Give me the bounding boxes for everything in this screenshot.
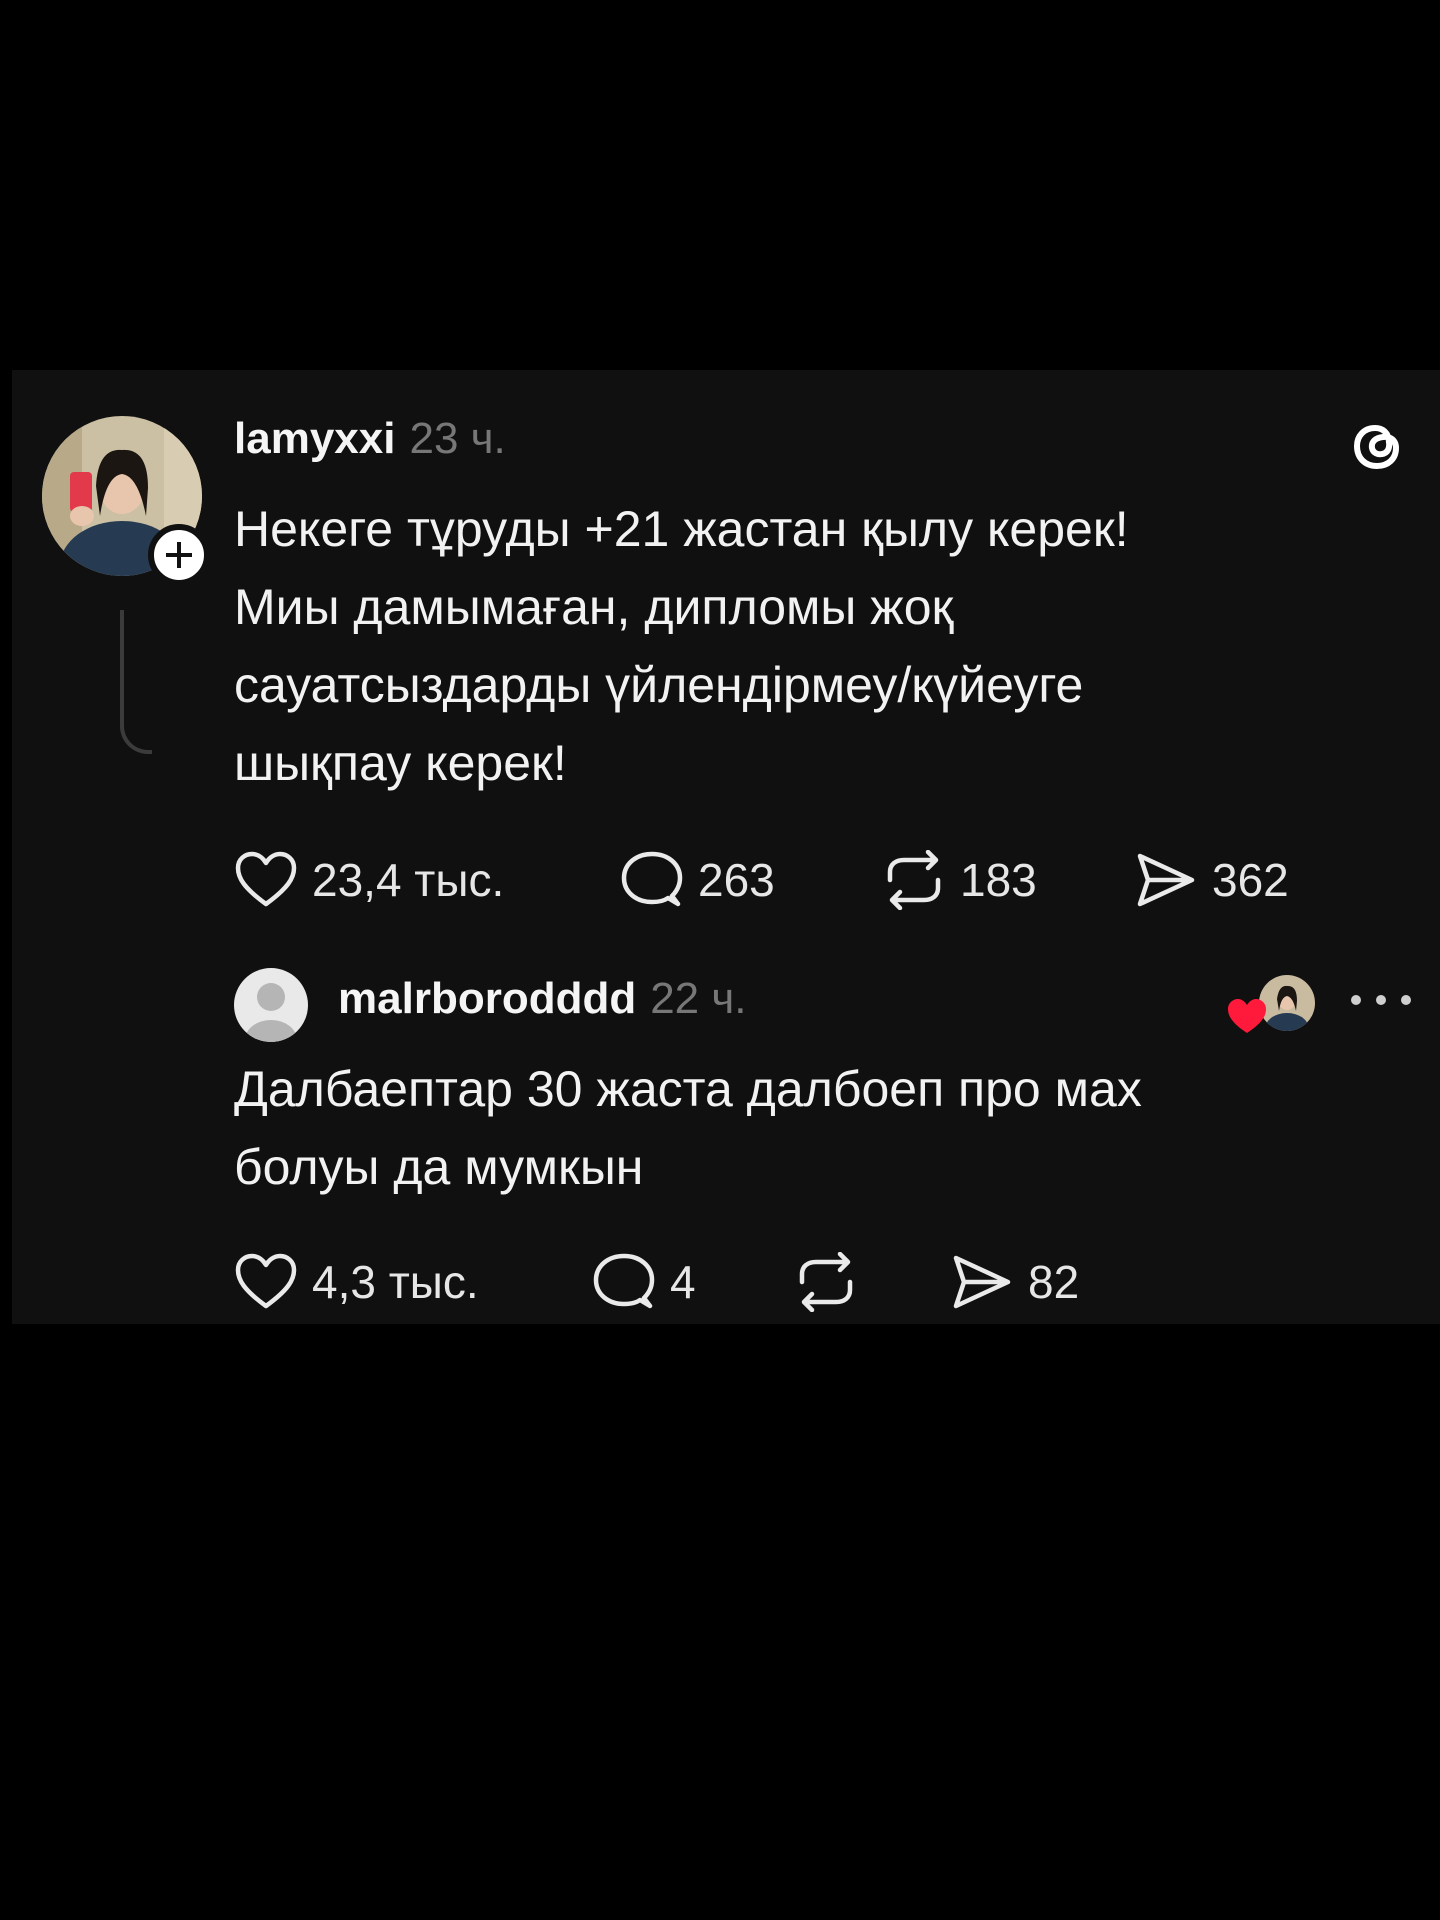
more-icon[interactable]	[1346, 990, 1416, 1010]
reply-like-count: 4,3 тыс.	[312, 1256, 479, 1308]
repost-button[interactable]: 183	[882, 850, 1037, 910]
threads-logo-icon	[1342, 410, 1412, 480]
share-count: 362	[1212, 854, 1289, 906]
reply-avatar[interactable]	[234, 968, 308, 1042]
post-header: lamyxxi 23 ч.	[234, 414, 506, 464]
reply-like-button[interactable]: 4,3 тыс.	[234, 1252, 479, 1312]
comment-button[interactable]: 263	[620, 850, 775, 910]
reply-username[interactable]: malrborodddd	[338, 974, 636, 1023]
heart-icon	[235, 1253, 297, 1309]
thread-connector-line	[120, 610, 152, 754]
reply-comment-button[interactable]: 4	[592, 1252, 696, 1312]
repost-icon	[799, 1252, 853, 1312]
reply-header: malrborodddd 22 ч.	[338, 974, 747, 1024]
reply-repost-button[interactable]	[794, 1252, 872, 1312]
reply-time: 22 ч.	[650, 974, 747, 1023]
like-count: 23,4 тыс.	[312, 854, 505, 906]
post-time: 23 ч.	[409, 414, 506, 463]
reply-share-button[interactable]: 82	[950, 1252, 1079, 1312]
repost-count: 183	[960, 854, 1037, 906]
follow-plus-icon	[166, 542, 192, 568]
follow-button[interactable]	[148, 524, 210, 586]
heart-icon	[235, 851, 297, 907]
comment-count: 263	[698, 854, 775, 906]
post-username[interactable]: lamyxxi	[234, 414, 395, 463]
post-text: Некеге тұруды +21 жастан қылу керек! Миы…	[234, 501, 1129, 791]
reply-comment-count: 4	[670, 1256, 696, 1308]
heart-badge-icon	[1226, 997, 1268, 1037]
reply-share-count: 82	[1028, 1256, 1080, 1308]
comment-icon	[621, 851, 683, 907]
share-button[interactable]: 362	[1134, 850, 1289, 910]
share-icon	[953, 1255, 1011, 1309]
threads-card: lamyxxi 23 ч. Некеге тұруды +21 жастан қы…	[12, 370, 1440, 1324]
reply-text: Далбаептар 30 жаста далбоеп про мах болу…	[234, 1061, 1142, 1195]
repost-icon	[887, 850, 941, 910]
comment-icon	[593, 1253, 655, 1309]
share-icon	[1137, 853, 1195, 907]
like-button[interactable]: 23,4 тыс.	[234, 850, 504, 910]
